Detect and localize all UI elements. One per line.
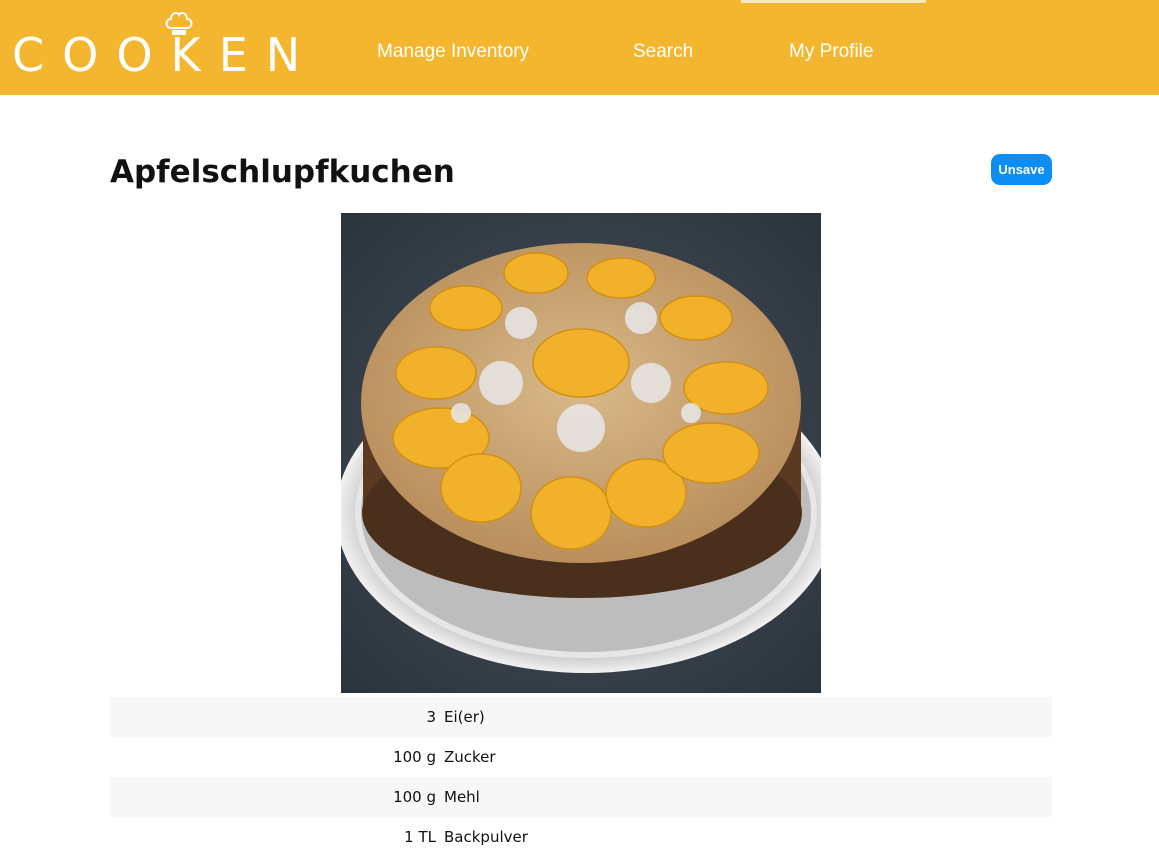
ingredient-name: Ei(er) [444,708,485,726]
ingredient-row: 100 g Mehl [110,777,1052,817]
ingredient-row: 1 TL Backpulver [110,817,1052,857]
recipe-title: Apfelschlupfkuchen [110,154,455,190]
cooken-logo[interactable]: COOKEN [12,10,300,80]
unsave-button[interactable]: Unsave [991,154,1052,185]
recipe-image [341,213,821,693]
nav-my-profile[interactable]: My Profile [789,0,873,95]
logo-wordmark: COOKEN [12,28,319,82]
nav-search[interactable]: Search [633,0,693,95]
cake-photo-icon [341,213,821,693]
ingredient-amount: 100 g [393,788,436,806]
ingredient-row: 3 Ei(er) [110,697,1052,737]
ingredient-amount: 100 g [393,748,436,766]
ingredient-name: Mehl [444,788,480,806]
ingredient-list: 3 Ei(er) 100 g Zucker 100 g Mehl 1 TL Ba… [110,697,1052,857]
top-navbar: COOKEN Manage Inventory Search My Profil… [0,0,1159,95]
ingredient-row: 100 g Zucker [110,737,1052,777]
ingredient-name: Backpulver [444,828,528,846]
ingredient-amount: 1 TL [404,828,436,846]
ingredient-name: Zucker [444,748,496,766]
ingredient-amount: 3 [426,708,436,726]
nav-manage-inventory[interactable]: Manage Inventory [377,0,529,95]
